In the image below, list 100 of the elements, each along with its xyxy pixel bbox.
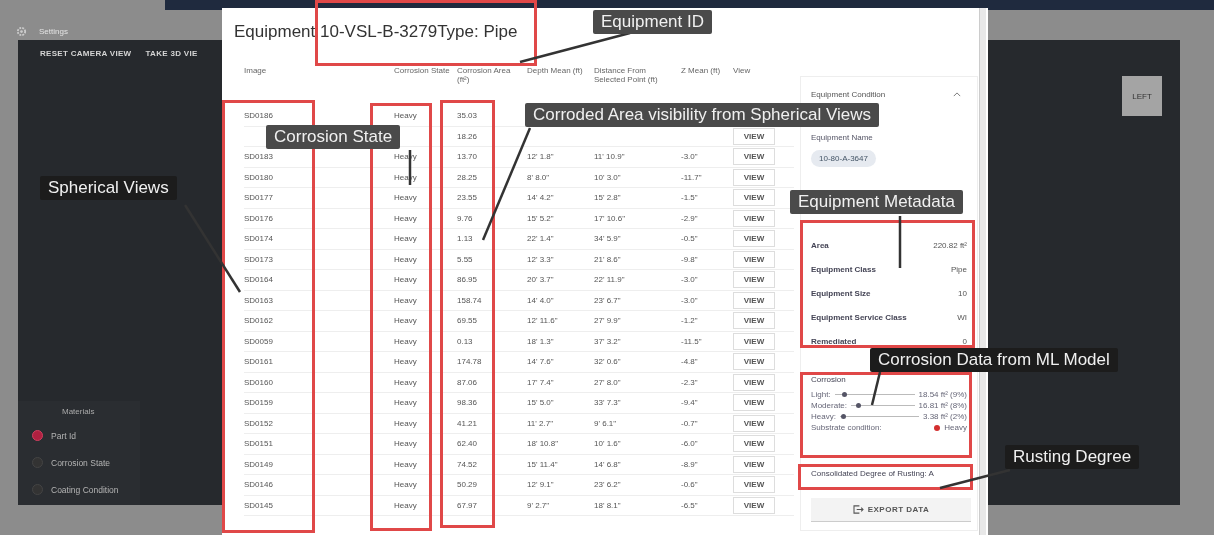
table-cell: 98.36 <box>457 398 478 408</box>
view-button[interactable]: VIEW <box>733 394 775 412</box>
table-cell: 27' 9.9" <box>594 316 621 326</box>
table-cell: 5.55 <box>457 254 473 264</box>
level-label: Moderate: <box>811 401 848 410</box>
table-cell: SD0160 <box>244 377 273 387</box>
table-cell: -3.0" <box>681 295 698 305</box>
table-cell: 69.55 <box>457 316 478 326</box>
view-button[interactable]: VIEW <box>733 414 775 432</box>
table-cell: Heavy <box>394 316 417 326</box>
view-button[interactable]: VIEW <box>733 127 775 145</box>
table-cell: 22' 1.4" <box>527 234 554 244</box>
view-button[interactable]: VIEW <box>733 168 775 186</box>
radio-button[interactable] <box>32 430 43 441</box>
table-cell: Heavy <box>394 213 417 223</box>
metadata-value: Pipe <box>951 264 967 274</box>
view-cube[interactable]: LEFT <box>1122 76 1162 116</box>
table-cell: Heavy <box>394 336 417 346</box>
table-cell: 18' 8.1" <box>594 500 621 510</box>
substrate-label: Substrate condition: <box>811 423 882 432</box>
callout-label: Rusting Degree <box>1005 445 1140 469</box>
table-cell: 11' 10.9" <box>594 152 625 162</box>
level-label: Heavy: <box>811 412 836 421</box>
table-cell: SD0174 <box>244 234 273 244</box>
leader-line <box>939 468 1011 490</box>
view-button[interactable]: VIEW <box>733 496 775 514</box>
metadata-label: Area <box>811 240 829 250</box>
table-cell: -9.8" <box>681 254 698 264</box>
table-cell: Heavy <box>394 377 417 387</box>
table-cell: 0.13 <box>457 336 473 346</box>
metadata-label: Equipment Size <box>811 288 871 298</box>
table-cell: 1.13 <box>457 234 473 244</box>
toolbar-button[interactable]: RESET CAMERA VIEW <box>40 49 132 58</box>
table-cell: 41.21 <box>457 418 478 428</box>
view-button[interactable]: VIEW <box>733 209 775 227</box>
table-cell: 20' 3.7" <box>527 275 554 285</box>
view-button[interactable]: VIEW <box>733 189 775 207</box>
table-cell: SD0149 <box>244 459 273 469</box>
table-cell: 18.26 <box>457 131 478 141</box>
table-cell: 15' 5.2" <box>527 213 554 223</box>
table-cell: SD0159 <box>244 398 273 408</box>
table-cell: 12' 9.1" <box>527 480 554 490</box>
table-cell: 10' 3.0" <box>594 172 621 182</box>
view-button[interactable]: VIEW <box>733 455 775 473</box>
table-cell: 50.29 <box>457 480 478 490</box>
view-button[interactable]: VIEW <box>733 291 775 309</box>
view-button[interactable]: VIEW <box>733 148 775 166</box>
view-button[interactable]: VIEW <box>733 435 775 453</box>
level-reading: 16.81 ft² (8%) <box>918 401 967 410</box>
table-cell: Heavy <box>394 254 417 264</box>
table-cell: 33' 7.3" <box>594 398 621 408</box>
table-cell: 17' 7.4" <box>527 377 554 387</box>
table-cell: 12' 11.6" <box>527 316 558 326</box>
export-icon <box>852 505 864 514</box>
view-button[interactable]: VIEW <box>733 476 775 494</box>
leader-line <box>898 216 902 268</box>
table-cell: -6.5" <box>681 500 698 510</box>
radio-button[interactable] <box>32 457 43 468</box>
settings-icon[interactable] <box>16 25 27 37</box>
legend-label[interactable]: Corrosion State <box>51 457 111 468</box>
view-button[interactable]: VIEW <box>733 250 775 268</box>
callout-label: Corroded Area visibility from Spherical Views <box>525 103 879 127</box>
table-cell: SD0177 <box>244 193 273 203</box>
corrosion-title: Corrosion <box>811 375 847 384</box>
table-cell: SD0162 <box>244 316 273 326</box>
table-cell: 28.25 <box>457 172 478 182</box>
table-cell: SD0186 <box>244 111 273 121</box>
table-cell: 14' 6.8" <box>594 459 621 469</box>
table-cell: 158.74 <box>457 295 482 305</box>
table-cell: 32' 0.6" <box>594 357 621 367</box>
metadata-value: WI <box>957 312 967 322</box>
view-button[interactable]: VIEW <box>733 353 775 371</box>
view-button[interactable]: VIEW <box>733 230 775 248</box>
table-cell: 14' 7.6" <box>527 357 554 367</box>
table-cell: 23.55 <box>457 193 478 203</box>
export-button[interactable]: EXPORT DATA <box>811 498 971 522</box>
chevron-up-icon[interactable] <box>953 91 961 97</box>
table-cell: 12' 3.3" <box>527 254 554 264</box>
column-header: Corrosion Area (ft²) <box>457 66 512 86</box>
callout-label: Corrosion State <box>266 125 401 149</box>
view-button[interactable]: VIEW <box>733 332 775 350</box>
column-header: Image <box>244 66 268 77</box>
radio-button[interactable] <box>32 484 43 495</box>
legend-label[interactable]: Part Id <box>51 430 77 441</box>
table-cell: SD0173 <box>244 254 273 264</box>
table-cell: 17' 10.6" <box>594 213 626 223</box>
level-reading: 18.54 ft² (9%) <box>918 390 967 399</box>
metadata-label: Equipment Class <box>811 264 876 274</box>
table-cell: 27' 8.0" <box>594 377 621 387</box>
table-cell: Heavy <box>394 439 417 449</box>
legend-label[interactable]: Coating Condition <box>51 484 119 495</box>
view-button[interactable]: VIEW <box>733 312 775 330</box>
table-cell: SD0145 <box>244 500 273 510</box>
field-label: Equipment Name <box>811 133 874 142</box>
table-cell: -0.6" <box>681 480 698 490</box>
table-cell: 13.70 <box>457 152 478 162</box>
callout-label: Spherical Views <box>40 176 177 200</box>
toolbar-button[interactable]: TAKE 3D VIE <box>145 49 198 58</box>
view-button[interactable]: VIEW <box>733 271 775 289</box>
view-button[interactable]: VIEW <box>733 373 775 391</box>
